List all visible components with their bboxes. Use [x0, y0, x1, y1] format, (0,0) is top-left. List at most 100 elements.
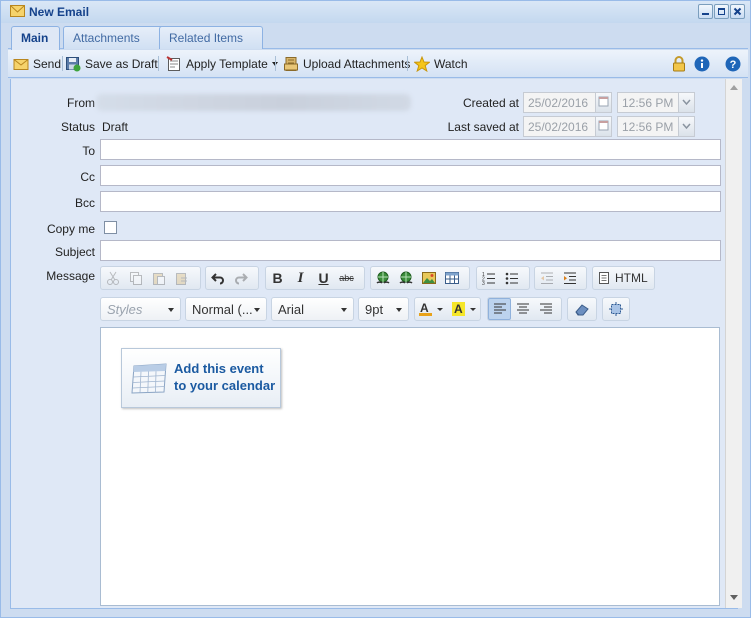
font-dropdown[interactable]: Arial [271, 297, 354, 321]
tab-related-items[interactable]: Related Items (0) [159, 26, 263, 67]
envelope-icon [13, 56, 29, 72]
chevron-down-icon [168, 308, 174, 312]
bold-icon[interactable]: B [266, 267, 289, 289]
email-window: New Email Main Attachments (0) Related I… [0, 0, 751, 618]
calendar-picker-button [595, 92, 612, 113]
saved-date-field: 25/02/2016 [523, 116, 596, 137]
created-time-field: 12:56 PM [617, 92, 679, 113]
to-field[interactable] [100, 139, 721, 160]
list-group: 123 [476, 266, 530, 290]
text-color-icon[interactable]: A [415, 298, 448, 320]
tab-bar: Main Attachments (0) Related Items (0) [8, 23, 748, 67]
select-all-button[interactable] [602, 297, 630, 321]
align-right-icon[interactable] [534, 298, 557, 320]
copy-me-checkbox[interactable] [104, 221, 117, 234]
toolbar-divider [62, 56, 63, 71]
envelope-icon [10, 5, 25, 17]
title-bar: New Email [1, 1, 750, 23]
save-icon [65, 56, 81, 72]
tab-main[interactable]: Main [11, 26, 60, 50]
email-toolbar: Send Save as Draft Apply Template Upload… [8, 50, 748, 78]
font-size-dropdown[interactable]: 9pt [358, 297, 409, 321]
undo-icon[interactable] [206, 267, 229, 289]
svg-text:3: 3 [482, 281, 485, 285]
upload-attachments-button[interactable]: Upload Attachments [283, 55, 410, 73]
bulleted-list-icon[interactable] [500, 267, 523, 289]
lock-icon[interactable] [672, 55, 686, 72]
created-at-label: Created at [462, 96, 519, 110]
form-scrollbar[interactable] [725, 79, 742, 608]
cc-field[interactable] [100, 165, 721, 186]
template-icon [166, 56, 182, 72]
maximize-button[interactable] [714, 4, 729, 19]
color-group: A A [414, 297, 481, 321]
close-button[interactable] [730, 4, 745, 19]
status-value: Draft [102, 120, 129, 134]
html-source-button[interactable]: HTML [592, 266, 655, 290]
remove-format-button[interactable] [567, 297, 597, 321]
watch-label: Watch [434, 57, 468, 71]
from-value-redacted [96, 94, 411, 111]
unlink-icon[interactable] [394, 267, 417, 289]
watch-button[interactable]: Watch [414, 55, 468, 73]
svg-text:A: A [420, 301, 429, 315]
align-center-icon[interactable] [511, 298, 534, 320]
attachment-icon [283, 56, 299, 72]
table-icon[interactable] [440, 267, 463, 289]
info-icon[interactable] [694, 56, 710, 72]
bcc-field[interactable] [100, 191, 721, 212]
indent-icon[interactable] [558, 267, 581, 289]
toolbar-divider [158, 56, 159, 71]
apply-template-button[interactable]: Apply Template [166, 55, 278, 73]
italic-icon[interactable]: I [289, 267, 312, 289]
outdent-icon[interactable] [535, 267, 558, 289]
add-to-calendar-button[interactable]: Add this event to your calendar [121, 348, 281, 408]
subject-label: Subject [54, 245, 95, 259]
copy-icon[interactable] [124, 267, 147, 289]
image-icon[interactable] [417, 267, 440, 289]
calendar-button-line1: Add this event [174, 361, 264, 376]
scroll-down-arrow-icon[interactable] [730, 595, 738, 600]
cc-label: Cc [80, 170, 95, 184]
message-editor[interactable]: Add this event to your calendar [100, 327, 720, 606]
scroll-up-arrow-icon[interactable] [730, 85, 738, 90]
format-dropdown[interactable]: Normal (... [185, 297, 267, 321]
redo-icon[interactable] [229, 267, 252, 289]
paste-text-icon[interactable] [170, 267, 193, 289]
strikethrough-icon[interactable]: abc [335, 267, 358, 289]
font-dropdown-label: Arial [278, 302, 305, 317]
insert-group [370, 266, 470, 290]
subject-field[interactable] [100, 240, 721, 261]
help-icon[interactable]: ? [725, 56, 741, 72]
undo-redo-group [205, 266, 259, 290]
text-style-group: B I U abc [265, 266, 365, 290]
select-all-icon [609, 302, 623, 316]
last-saved-label: Last saved at [447, 120, 519, 134]
minimize-button[interactable] [698, 4, 713, 19]
clipboard-group [100, 266, 201, 290]
save-as-draft-button[interactable]: Save as Draft [65, 55, 158, 73]
svg-text:?: ? [730, 59, 737, 71]
calendar-button-text: Add this event to your calendar [174, 360, 275, 394]
highlight-color-icon[interactable]: A [448, 298, 481, 320]
paste-icon[interactable] [147, 267, 170, 289]
window-title: New Email [29, 5, 90, 19]
created-date-field: 25/02/2016 [523, 92, 596, 113]
time-dropdown-button [678, 116, 695, 137]
styles-dropdown[interactable]: Styles [100, 297, 181, 321]
upload-attachments-label: Upload Attachments [303, 57, 411, 71]
font-size-dropdown-label: 9pt [365, 302, 384, 317]
numbered-list-icon[interactable]: 123 [477, 267, 500, 289]
cut-icon[interactable] [101, 267, 124, 289]
link-icon[interactable] [371, 267, 394, 289]
send-label: Send [33, 57, 62, 71]
status-label: Status [60, 120, 95, 134]
tab-attachments[interactable]: Attachments (0) [63, 26, 164, 67]
align-left-icon[interactable] [488, 298, 511, 320]
calendar-icon [130, 362, 168, 394]
star-icon [414, 56, 430, 72]
indent-group [534, 266, 587, 290]
underline-icon[interactable]: U [312, 267, 335, 289]
send-button[interactable]: Send [13, 55, 61, 73]
html-button-label: HTML [615, 271, 648, 285]
